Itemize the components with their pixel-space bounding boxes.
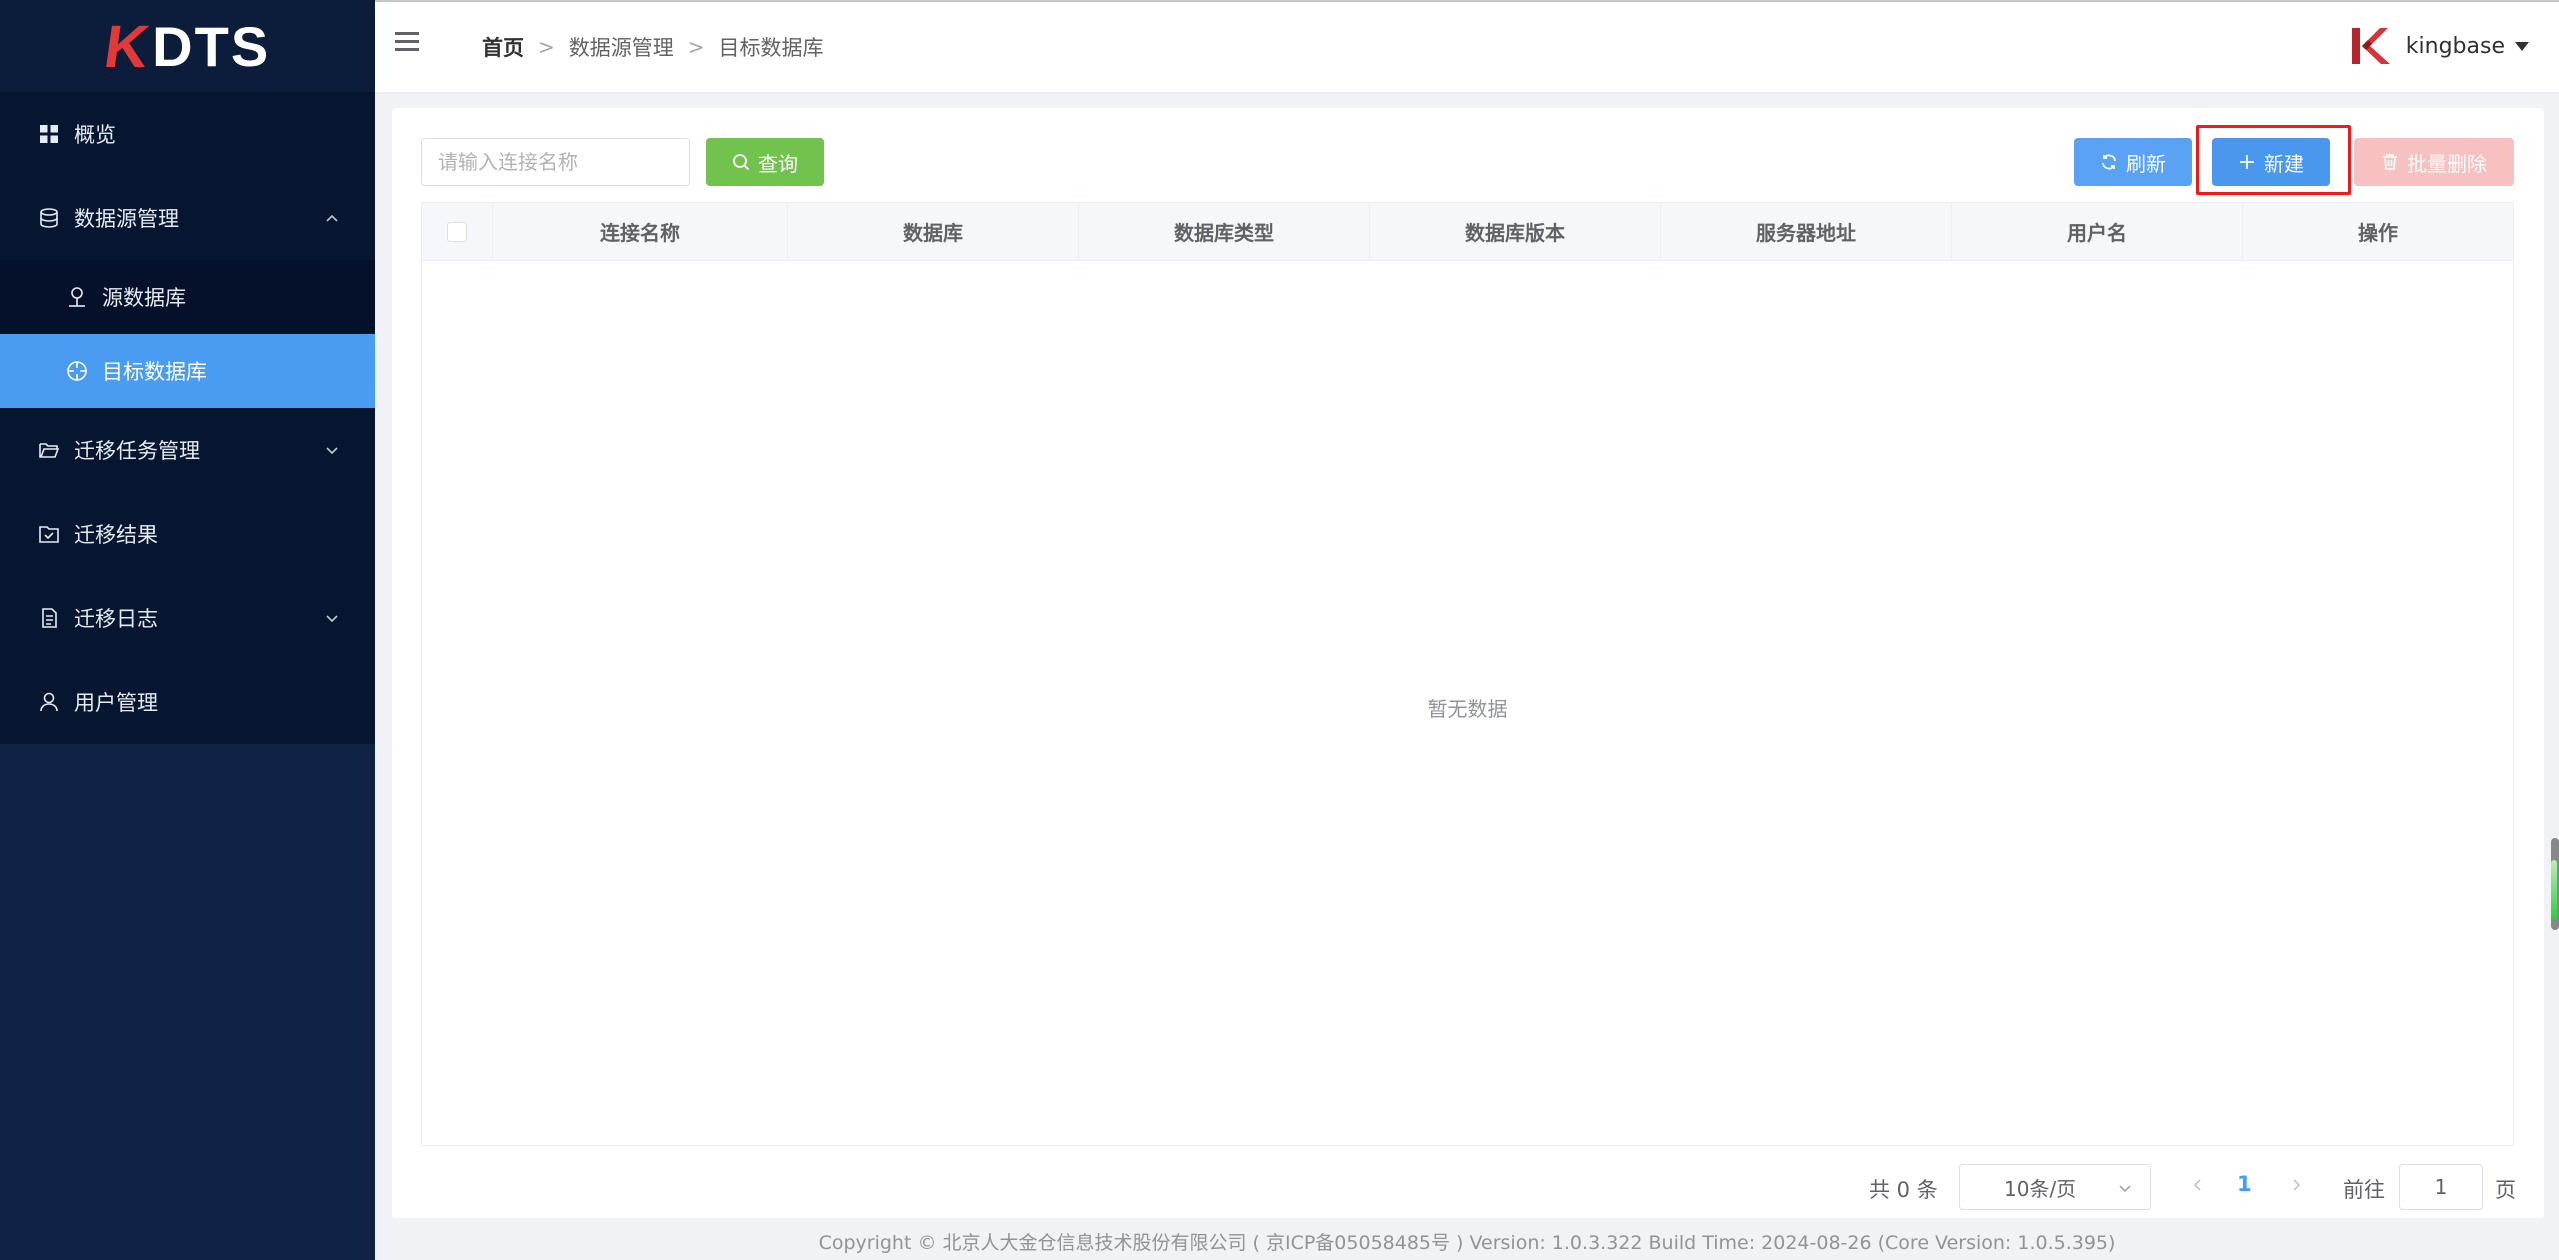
logo-k: K [100, 12, 155, 80]
table-header: 连接名称 数据库 数据库类型 数据库版本 服务器地址 用户名 操作 [422, 203, 2513, 261]
column-header-server-address[interactable]: 服务器地址 [1661, 203, 1952, 260]
goto-page-input[interactable] [2399, 1164, 2483, 1210]
logo-bar: K DTS [0, 0, 375, 92]
sidebar-item-label: 迁移任务管理 [74, 439, 200, 463]
kdts-logo: K DTS [100, 12, 271, 81]
kingbase-logo-icon [2351, 28, 2390, 64]
breadcrumb: 首页 > 数据源管理 > 目标数据库 [482, 32, 824, 62]
target-icon [64, 358, 90, 384]
sidebar-item-target-db[interactable]: 目标数据库 [0, 334, 375, 408]
trash-icon [2383, 154, 2397, 170]
user-menu[interactable]: kingbase [2348, 24, 2529, 68]
refresh-button-label: 刷新 [2126, 151, 2166, 176]
pagination: 共 0 条 10条/页 1 前往 页 [392, 1162, 2544, 1212]
folder-check-icon [36, 521, 62, 547]
query-button-label: 查询 [758, 151, 798, 176]
sidebar-item-label: 用户管理 [74, 691, 158, 715]
folder-open-icon [36, 437, 62, 463]
sidebar-item-label: 迁移日志 [74, 607, 158, 631]
breadcrumb-home[interactable]: 首页 [482, 32, 524, 62]
sidebar: K DTS 概览 数据源管理 源数据库 目标数据库 迁移任务管理 迁移结果 迁移… [0, 0, 375, 1260]
breadcrumb-datasource: 数据源管理 [568, 36, 674, 60]
column-header-database-version[interactable]: 数据库版本 [1370, 203, 1661, 260]
username: kingbase [2405, 33, 2505, 59]
hamburger-menu-icon[interactable] [393, 28, 423, 58]
breadcrumb-separator-icon: > [687, 35, 705, 59]
table-empty-text: 暂无数据 [1427, 697, 1508, 721]
query-button[interactable]: 查询 [706, 138, 824, 186]
column-header-database-type[interactable]: 数据库类型 [1079, 203, 1370, 260]
batch-delete-button-label: 批量删除 [2407, 151, 2487, 176]
breadcrumb-separator-icon: > [538, 35, 555, 59]
logo-rest: DTS [152, 14, 271, 78]
new-button[interactable]: 新建 [2212, 138, 2330, 186]
page-number-current[interactable]: 1 [2237, 1172, 2252, 1196]
chevron-down-icon [326, 615, 338, 623]
sidebar-item-label: 概览 [74, 123, 116, 147]
table-header-select-all [422, 203, 493, 260]
sidebar-item-label: 目标数据库 [102, 360, 207, 384]
goto-unit: 页 [2495, 1178, 2516, 1202]
column-header-username[interactable]: 用户名 [1952, 203, 2243, 260]
source-db-icon [64, 284, 90, 310]
connection-table: 连接名称 数据库 数据库类型 数据库版本 服务器地址 用户名 操作 暂无数据 [421, 202, 2514, 1146]
next-page-icon[interactable] [2287, 1176, 2305, 1194]
document-icon [36, 605, 62, 631]
refresh-button[interactable]: 刷新 [2074, 138, 2192, 186]
sidebar-item-label: 迁移结果 [74, 523, 158, 547]
new-button-label: 新建 [2264, 151, 2304, 176]
plus-icon [2240, 155, 2254, 169]
database-icon [36, 205, 62, 231]
column-header-database[interactable]: 数据库 [788, 203, 1079, 260]
footer-copyright: Copyright © 北京人大金仓信息技术股份有限公司 ( 京ICP备0505… [818, 1231, 2116, 1254]
main-card: 查询 刷新 新建 批量删除 连接名称 数据库 数据库类型 数据库版本 服务器地址… [392, 108, 2544, 1218]
chevron-up-icon [326, 214, 338, 222]
chevron-down-icon [2119, 1185, 2131, 1193]
chevron-down-icon [326, 447, 338, 455]
refresh-icon [2102, 154, 2116, 170]
select-all-checkbox[interactable] [447, 221, 467, 242]
user-icon [36, 689, 62, 715]
sidebar-menu: 概览 数据源管理 源数据库 目标数据库 迁移任务管理 迁移结果 迁移日志 用户管… [0, 92, 375, 744]
page-size-value: 10条/页 [2004, 1176, 2077, 1201]
scroll-indicator [2551, 860, 2557, 920]
goto-label: 前往 [2343, 1178, 2385, 1202]
connection-name-search-input[interactable] [421, 138, 690, 186]
sidebar-item-migration-task-management[interactable]: 迁移任务管理 [0, 408, 375, 492]
top-header: 首页 > 数据源管理 > 目标数据库 kingbase [375, 0, 2559, 92]
pagination-total: 共 0 条 [1869, 1178, 1938, 1202]
caret-down-icon [2515, 41, 2529, 51]
column-header-connection-name[interactable]: 连接名称 [493, 203, 788, 260]
batch-delete-button[interactable]: 批量删除 [2354, 138, 2514, 186]
sidebar-item-label: 数据源管理 [74, 207, 179, 231]
column-header-actions: 操作 [2358, 221, 2398, 245]
page-size-select[interactable]: 10条/页 [1959, 1164, 2151, 1210]
prev-page-icon[interactable] [2189, 1176, 2207, 1194]
sidebar-item-user-management[interactable]: 用户管理 [0, 660, 375, 744]
breadcrumb-current: 目标数据库 [718, 36, 824, 60]
sidebar-item-migration-logs[interactable]: 迁移日志 [0, 576, 375, 660]
sidebar-item-datasource-management[interactable]: 数据源管理 [0, 176, 375, 260]
search-icon [733, 154, 750, 171]
sidebar-item-source-db[interactable]: 源数据库 [0, 260, 375, 334]
sidebar-item-migration-results[interactable]: 迁移结果 [0, 492, 375, 576]
sidebar-item-overview[interactable]: 概览 [0, 92, 375, 176]
sidebar-item-label: 源数据库 [102, 286, 186, 310]
grid-icon [36, 121, 62, 147]
